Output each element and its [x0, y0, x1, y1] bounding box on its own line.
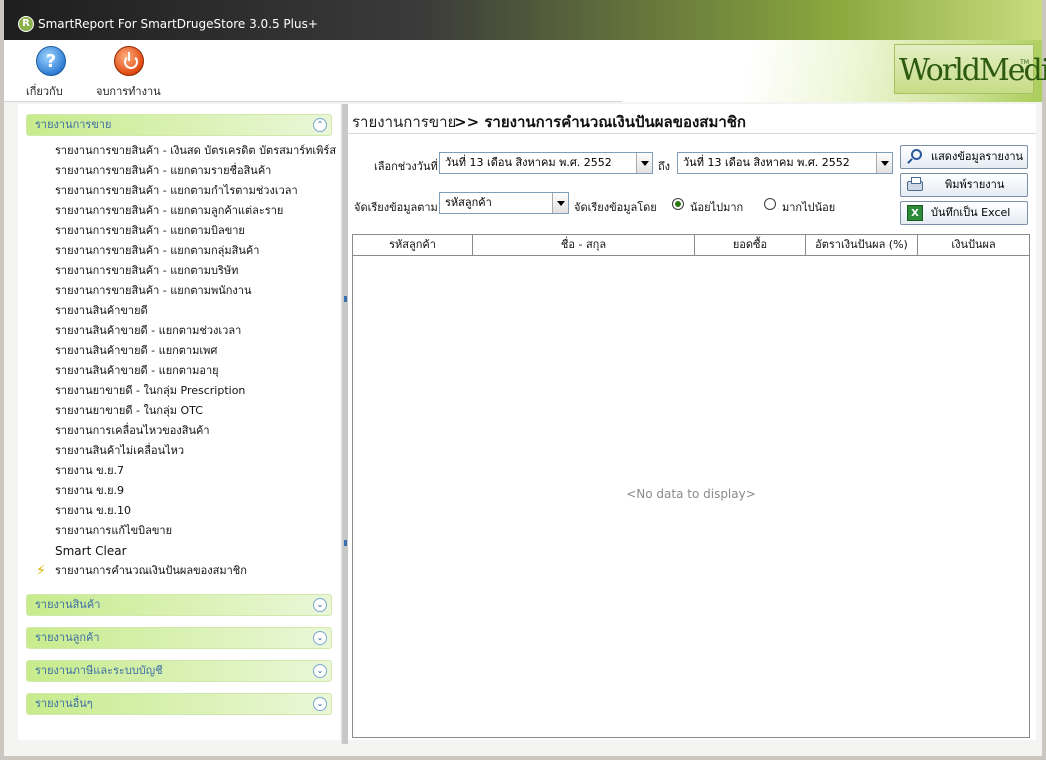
lightning-icon: ⚡	[36, 563, 46, 579]
sort-asc-label[interactable]: น้อยไปมาก	[690, 198, 743, 216]
chevron-down-icon[interactable]: ⌄	[313, 631, 327, 645]
print-report-button[interactable]: พิมพ์รายงาน	[900, 173, 1028, 197]
sort-asc-radio[interactable]	[672, 198, 684, 210]
report-grid[interactable]: รหัสลูกค้า ชื่อ - สกุล ยอดซื้อ อัตราเงิน…	[352, 234, 1030, 738]
sidebar-item[interactable]: รายงานสินค้าขายดี	[55, 302, 148, 320]
group-tax-header[interactable]: รายงานภาษีและระบบบัญชี ⌄	[26, 660, 332, 682]
grid-header: รหัสลูกค้า ชื่อ - สกุล ยอดซื้อ อัตราเงิน…	[353, 235, 1029, 256]
sort-field-label: จัดเรียงข้อมูลตาม	[354, 201, 438, 214]
date-from-picker[interactable]: วันที่ 13 เดือน สิงหาคม พ.ศ. 2552	[439, 152, 653, 174]
sidebar-item-dividend-active[interactable]: รายงานการคำนวณเงินปันผลของสมาชิก	[55, 562, 247, 580]
exit-label: จบการทำงาน	[96, 85, 161, 98]
empty-grid-message: <No data to display>	[626, 487, 756, 501]
page-title: >> รายงานการคำนวณเงินปันผลของสมาชิก	[454, 113, 747, 131]
group-sales-header[interactable]: รายงานการขาย ⌃	[26, 114, 332, 136]
group-customers-label: รายงานลูกค้า	[35, 631, 100, 644]
save-excel-label: บันทึกเป็น Excel	[931, 206, 1011, 219]
sidebar-item[interactable]: รายงาน ข.ย.10	[55, 502, 131, 520]
window-title: SmartReport For SmartDrugeStore 3.0.5 Pl…	[38, 17, 318, 31]
sort-order-label: จัดเรียงข้อมูลโดย	[574, 201, 657, 214]
panel-splitter[interactable]	[341, 104, 348, 744]
sidebar-item[interactable]: รายงานการขายสินค้า - แยกตามพนักงาน	[55, 282, 251, 300]
group-sales-label: รายงานการขาย	[35, 118, 112, 131]
about-button[interactable]: ? เกี่ยวกับ	[26, 46, 76, 98]
group-other-label: รายงานอื่นๆ	[35, 697, 93, 710]
sidebar-item[interactable]: รายงานการขายสินค้า - แยกตามกลุ่มสินค้า	[55, 242, 259, 260]
help-icon: ?	[36, 46, 66, 76]
sidebar-item[interactable]: รายงานยาขายดี - ในกลุ่ม Prescription	[55, 382, 245, 400]
splitter-arrow-icon[interactable]	[344, 540, 347, 546]
group-customers-header[interactable]: รายงานลูกค้า ⌄	[26, 627, 332, 649]
chevron-down-icon[interactable]: ⌄	[313, 664, 327, 678]
power-icon	[114, 46, 144, 76]
splitter-arrow-icon[interactable]	[344, 296, 347, 302]
sidebar-item[interactable]: รายงาน ข.ย.7	[55, 462, 124, 480]
breadcrumb-parent: รายงานการขาย	[352, 113, 457, 131]
chevron-up-icon[interactable]: ⌃	[313, 118, 327, 132]
sidebar-item[interactable]: รายงานการขายสินค้า - แยกตามลูกค้าแต่ละรา…	[55, 202, 283, 220]
brand-tm: TM	[1020, 59, 1029, 66]
app-logo-icon: R	[18, 16, 34, 32]
sidebar-item[interactable]: รายงานการขายสินค้า - แยกตามบิลขาย	[55, 222, 245, 240]
date-from-value: วันที่ 13 เดือน สิงหาคม พ.ศ. 2552	[445, 156, 612, 169]
sidebar-item[interactable]: รายงาน ข.ย.9	[55, 482, 124, 500]
search-icon	[911, 149, 922, 160]
column-header-name[interactable]: ชื่อ - สกุล	[473, 235, 695, 255]
sidebar-item[interactable]: รายงานการขายสินค้า - แยกตามบริษัท	[55, 262, 238, 280]
report-panel: รายงานการขาย >> รายงานการคำนวณเงินปันผลข…	[348, 104, 1036, 740]
show-report-label: แสดงข้อมูลรายงาน	[931, 150, 1024, 163]
column-header-purchase-total[interactable]: ยอดซื้อ	[695, 235, 806, 255]
group-tax-label: รายงานภาษีและระบบบัญชี	[35, 664, 163, 677]
group-products-header[interactable]: รายงานสินค้า ⌄	[26, 594, 332, 616]
sort-desc-radio[interactable]	[764, 198, 776, 210]
save-excel-button[interactable]: X บันทึกเป็น Excel	[900, 201, 1028, 225]
print-report-label: พิมพ์รายงาน	[945, 178, 1005, 191]
about-label: เกี่ยวกับ	[26, 85, 63, 98]
breadcrumb: รายงานการขาย >> รายงานการคำนวณเงินปันผลข…	[348, 104, 1036, 134]
chevron-down-icon[interactable]: ⌄	[313, 598, 327, 612]
app-window: R SmartReport For SmartDrugeStore 3.0.5 …	[0, 0, 1046, 760]
sort-desc-label[interactable]: มากไปน้อย	[782, 198, 835, 216]
excel-icon: X	[907, 205, 923, 221]
group-products-label: รายงานสินค้า	[35, 598, 101, 611]
filter-area: เลือกช่วงวันที่ วันที่ 13 เดือน สิงหาคม …	[352, 140, 1032, 228]
sidebar-item[interactable]: รายงานสินค้าขายดี - แยกตามอายุ	[55, 362, 219, 380]
show-report-button[interactable]: แสดงข้อมูลรายงาน	[900, 145, 1028, 169]
sidebar-item[interactable]: รายงานการแก้ไขบิลขาย	[55, 522, 172, 540]
sort-field-value: รหัสลูกค้า	[445, 196, 492, 209]
dropdown-arrow-icon[interactable]	[552, 193, 568, 213]
exit-button[interactable]: จบการทำงาน	[96, 46, 162, 98]
report-sidebar: รายงานการขาย ⌃ รายงานการขายสินค้า - เงิน…	[18, 104, 340, 740]
column-header-dividend-rate[interactable]: อัตราเงินปันผล (%)	[806, 235, 918, 255]
worldmedic-logo: WorldMedic TM	[894, 44, 1046, 94]
main-toolbar: ? เกี่ยวกับ จบการทำงาน WorldMedic TM	[4, 40, 1046, 102]
sidebar-item[interactable]: รายงานสินค้าขายดี - แยกตามช่วงเวลา	[55, 322, 241, 340]
column-header-dividend[interactable]: เงินปันผล	[918, 235, 1029, 255]
sidebar-item-smart-clear[interactable]: Smart Clear	[55, 542, 127, 560]
dropdown-arrow-icon[interactable]	[636, 153, 652, 173]
sidebar-item[interactable]: รายงานการขายสินค้า - แยกตามรายชื่อสินค้า	[55, 162, 271, 180]
date-to-label: ถึง	[658, 160, 671, 173]
title-bar: R SmartReport For SmartDrugeStore 3.0.5 …	[4, 0, 1042, 40]
dropdown-arrow-icon[interactable]	[876, 153, 892, 173]
chevron-down-icon[interactable]: ⌄	[313, 697, 327, 711]
sidebar-item[interactable]: รายงานการขายสินค้า - แยกตามกำไรตามช่วงเว…	[55, 182, 298, 200]
sidebar-item[interactable]: รายงานสินค้าขายดี - แยกตามเพศ	[55, 342, 217, 360]
sidebar-item[interactable]: รายงานการเคลื่อนไหวของสินค้า	[55, 422, 210, 440]
sidebar-item[interactable]: รายงานยาขายดี - ในกลุ่ม OTC	[55, 402, 203, 420]
date-to-value: วันที่ 13 เดือน สิงหาคม พ.ศ. 2552	[683, 156, 850, 169]
sidebar-item[interactable]: รายงานการขายสินค้า - เงินสด บัตรเครดิต บ…	[55, 142, 336, 160]
column-header-customer-code[interactable]: รหัสลูกค้า	[353, 235, 473, 255]
date-to-picker[interactable]: วันที่ 13 เดือน สิงหาคม พ.ศ. 2552	[677, 152, 893, 174]
sort-field-select[interactable]: รหัสลูกค้า	[439, 192, 569, 214]
printer-icon	[907, 177, 923, 191]
date-range-label: เลือกช่วงวันที่	[374, 160, 438, 173]
group-other-header[interactable]: รายงานอื่นๆ ⌄	[26, 693, 332, 715]
sidebar-item[interactable]: รายงานสินค้าไม่เคลื่อนไหว	[55, 442, 184, 460]
